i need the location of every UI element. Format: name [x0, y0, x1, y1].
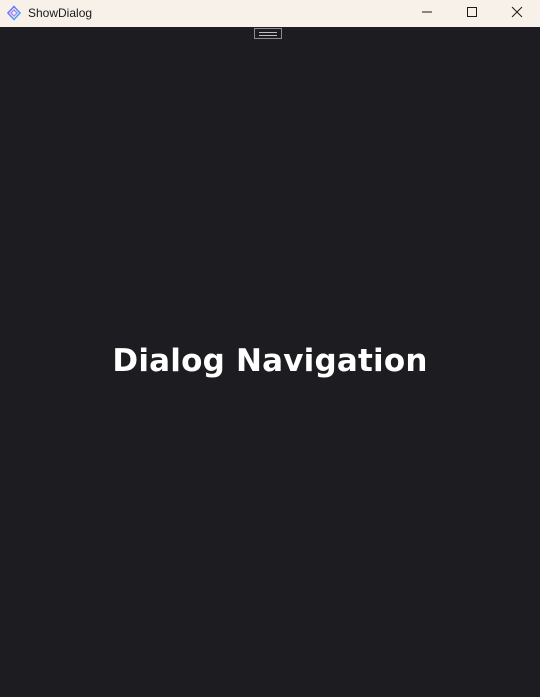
window-title: ShowDialog: [28, 6, 93, 20]
close-icon: [511, 5, 523, 23]
minimize-icon: [421, 5, 433, 23]
minimize-button[interactable]: [404, 0, 450, 27]
maximize-icon: [466, 5, 478, 23]
main-content: Dialog Navigation: [0, 27, 540, 697]
page-heading: Dialog Navigation: [112, 343, 428, 379]
app-window: ShowDialog Dialog Navigation: [0, 0, 540, 697]
maximize-button[interactable]: [449, 0, 495, 27]
title-bar[interactable]: ShowDialog: [0, 0, 540, 27]
app-logo-icon: [6, 5, 22, 21]
close-button[interactable]: [494, 0, 540, 27]
